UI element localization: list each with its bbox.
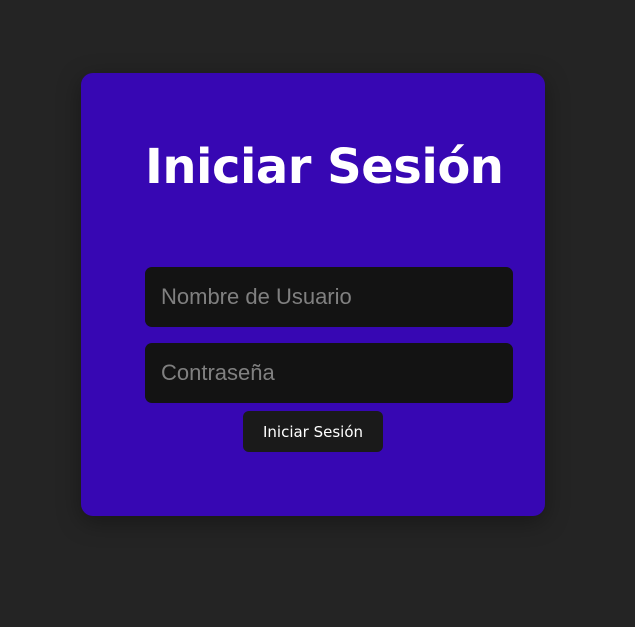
login-card: Iniciar Sesión Iniciar Sesión: [81, 73, 545, 516]
login-title: Iniciar Sesión: [145, 139, 504, 195]
login-button[interactable]: Iniciar Sesión: [243, 411, 383, 452]
username-input[interactable]: [145, 267, 513, 327]
password-input[interactable]: [145, 343, 513, 403]
